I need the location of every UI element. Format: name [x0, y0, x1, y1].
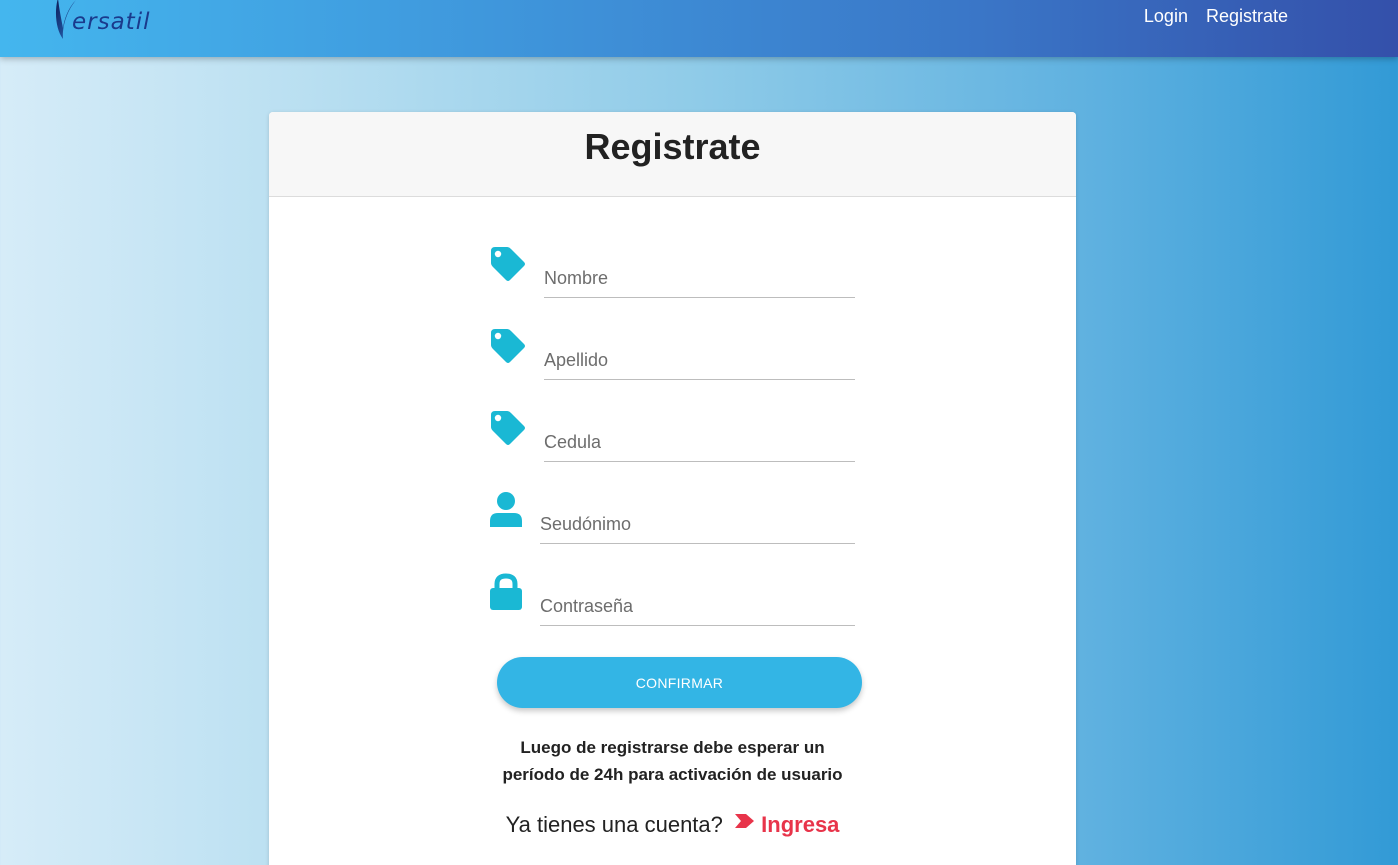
- cedula-input[interactable]: [544, 423, 855, 462]
- login-link[interactable]: Ingresa: [761, 812, 839, 837]
- field-apellido: [489, 327, 855, 387]
- tag-icon: [489, 327, 529, 367]
- field-nombre: [489, 245, 855, 305]
- arrow-right-icon: [735, 809, 755, 835]
- nombre-input[interactable]: [544, 259, 855, 298]
- seudonimo-input[interactable]: [540, 505, 855, 544]
- login-prompt: Ya tienes una cuenta? Ingresa: [269, 809, 1076, 838]
- confirm-button[interactable]: CONFIRMAR: [497, 657, 862, 708]
- nav-register-link[interactable]: Registrate: [1206, 6, 1288, 27]
- tag-icon: [489, 245, 529, 285]
- field-cedula: [489, 409, 855, 469]
- lock-icon: [489, 573, 529, 613]
- brand-logo[interactable]: ersatil: [50, 0, 150, 42]
- register-form: CONFIRMAR Luego de registrarse debe espe…: [269, 112, 1076, 865]
- register-card: Registrate Nombre Apellido Cedula Seudón…: [269, 112, 1076, 865]
- brand-name: ersatil: [72, 9, 151, 35]
- nav-login-link[interactable]: Login: [1144, 6, 1188, 27]
- field-contrasena: [489, 573, 855, 633]
- field-seudonimo: [489, 491, 855, 551]
- nav-links: Login Registrate: [1144, 6, 1288, 27]
- notice-line-2: período de 24h para activación de usuari…: [502, 765, 843, 784]
- top-navbar: ersatil Login Registrate: [0, 0, 1398, 57]
- tag-icon: [489, 409, 529, 449]
- notice-line-1: Luego de registrarse debe esperar un: [520, 738, 825, 757]
- login-prompt-text: Ya tienes una cuenta?: [505, 812, 723, 837]
- apellido-input[interactable]: [544, 341, 855, 380]
- password-input[interactable]: [540, 587, 855, 626]
- user-icon: [489, 491, 529, 531]
- activation-notice: Luego de registrarse debe esperar un per…: [269, 734, 1076, 788]
